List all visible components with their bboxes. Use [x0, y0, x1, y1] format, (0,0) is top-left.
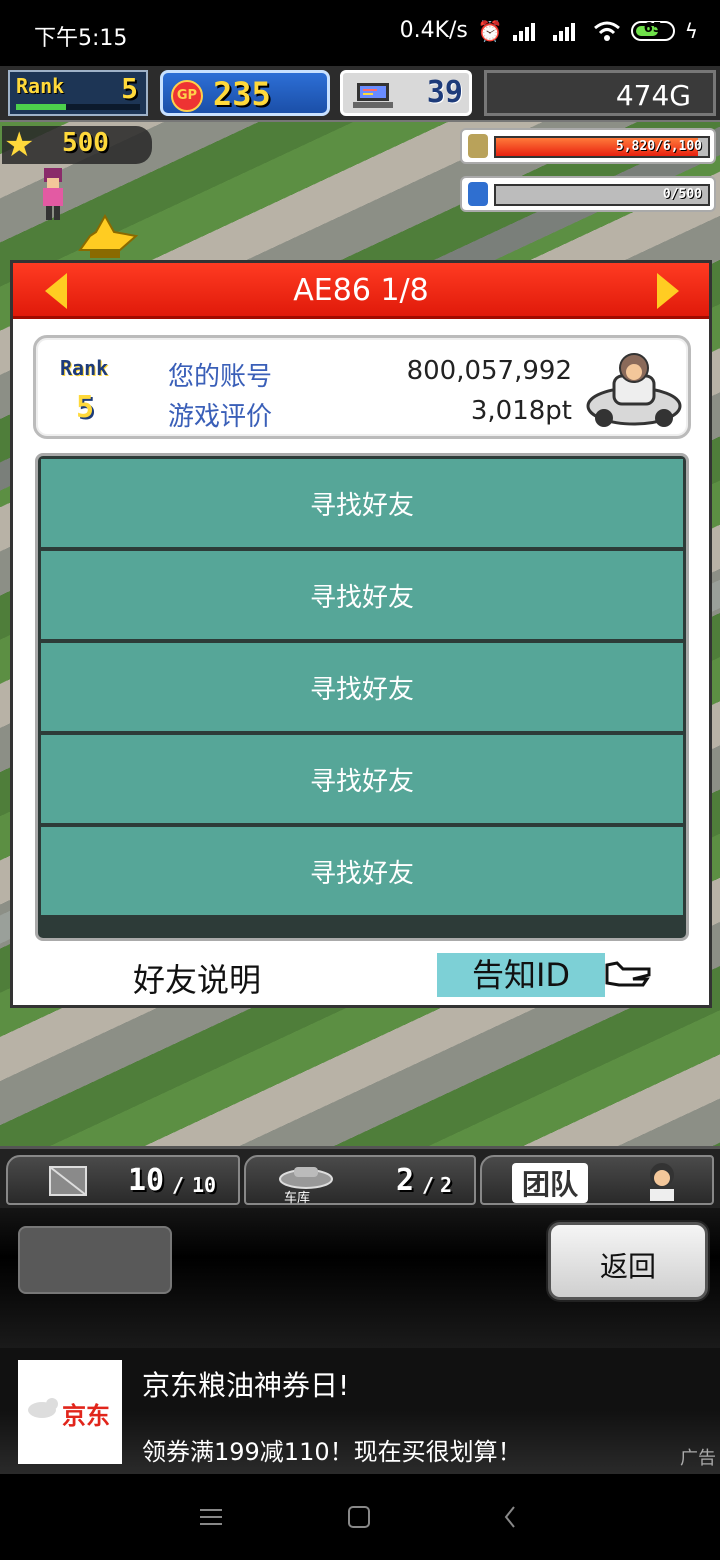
parts-slash: / [172, 1173, 185, 1197]
water-text: 0/500 [662, 187, 702, 202]
team-label: 团队 [512, 1163, 589, 1203]
battery-icon: 65 [630, 20, 675, 41]
empty-slot-button[interactable] [18, 1226, 172, 1294]
gp-box[interactable]: GP 235 [160, 70, 330, 116]
money-box: 474G [484, 70, 716, 116]
system-nav-bar [0, 1474, 720, 1560]
star-icon: ★ [4, 125, 35, 165]
fuel-bar: 5,820/6,100 [460, 128, 716, 164]
garage-slash: / [422, 1173, 435, 1197]
fuel-text: 5,820/6,100 [615, 139, 702, 154]
money-value: 474G [615, 79, 691, 112]
wifi-icon [593, 21, 620, 41]
signal-icon [512, 22, 535, 41]
water-bar: 0/500 [460, 176, 716, 212]
panel-header: AE86 1/8 [13, 263, 709, 319]
menu-area: 返回 [0, 1208, 720, 1348]
rank-value: 5 [121, 72, 138, 105]
car-avatar-icon [586, 353, 682, 427]
alarm-icon: ⏰ [477, 18, 503, 43]
next-arrow-icon[interactable] [657, 273, 679, 309]
garage-max: 2 [440, 1173, 453, 1197]
ad-logo: 京东 [18, 1360, 122, 1464]
find-friend-button[interactable]: 寻找好友 [41, 735, 683, 827]
panel-title: AE86 1/8 [293, 273, 429, 308]
find-friend-button[interactable]: 寻找好友 [41, 551, 683, 643]
account-card: Rank 5 您的账号 800,057,992 游戏评价 3,018pt [33, 335, 691, 439]
back-button-label: 返回 [599, 1250, 656, 1283]
pointing-hand-icon [605, 961, 651, 987]
account-id-label: 您的账号 [168, 362, 273, 392]
rank-box[interactable]: Rank 5 [8, 70, 148, 116]
back-button[interactable]: 返回 [548, 1222, 708, 1300]
signal-icon-2 [552, 22, 575, 41]
parts-tab[interactable]: 10 / 10 [6, 1155, 240, 1205]
garage-tab[interactable]: 车库 2 / 2 [244, 1155, 476, 1206]
account-rank-value: 5 [76, 390, 95, 425]
home-icon[interactable] [344, 1502, 374, 1532]
jd-dog-icon [28, 1398, 58, 1418]
friend-explain-button[interactable]: 好友说明 [133, 955, 261, 1001]
fuel-track: 5,820/6,100 [494, 136, 710, 158]
find-friend-button[interactable]: 寻找好友 [41, 643, 683, 735]
menu-icon[interactable] [196, 1502, 226, 1532]
ad-title: 京东粮油神券日! [142, 1369, 350, 1402]
crate-icon [49, 1166, 87, 1196]
research-value: 39 [426, 75, 463, 110]
network-speed: 0.4K/s [399, 18, 468, 43]
water-track: 0/500 [494, 184, 710, 206]
gp-coin-icon: GP [171, 80, 203, 112]
friend-list: 寻找好友 寻找好友 寻找好友 寻找好友 寻找好友 [35, 453, 689, 941]
garage-label: 车库 [284, 1191, 311, 1206]
rating-value: 3,018pt [470, 396, 572, 426]
status-time: 下午5:15 [34, 26, 128, 51]
account-id-value: 800,057,992 [406, 356, 572, 386]
gp-value: 235 [213, 75, 271, 113]
parts-count: 10 [128, 1163, 165, 1198]
friend-panel: AE86 1/8 Rank 5 您的账号 800,057,992 游戏评价 3,… [10, 260, 712, 1008]
battery-text: 65 [643, 20, 662, 36]
ad-subtitle: 领券满199减110！现在买很划算！ [142, 1438, 522, 1466]
top-hud: Rank 5 GP 235 39 474G [0, 66, 720, 122]
find-friend-button[interactable]: 寻找好友 [41, 459, 683, 551]
trophy-icon [78, 213, 139, 258]
back-nav-icon[interactable] [496, 1502, 526, 1532]
rank-progress-bar [16, 104, 140, 110]
ad-tag: 广告 [680, 1448, 716, 1469]
ad-brand: 京东 [62, 1402, 110, 1430]
status-icons: 0.4K/s ⏰ 65 ϟ [400, 18, 698, 43]
character-sprite [43, 168, 63, 220]
team-tab[interactable]: 团队 [480, 1155, 714, 1205]
ad-banner[interactable]: 京东 京东粮油神券日! 领券满199减110！现在买很划算！ 广告 [0, 1348, 720, 1474]
star-value: 500 [62, 128, 109, 158]
bottom-game-bar: 10 / 10 车库 2 / 2 团队 [0, 1146, 720, 1208]
charging-icon: ϟ [684, 18, 698, 43]
garage-count: 2 [396, 1163, 415, 1198]
rank-label: Rank [16, 74, 65, 98]
account-rank-label: Rank [60, 356, 109, 380]
find-friend-button[interactable]: 寻找好友 [41, 827, 683, 919]
team-member-icon [650, 1163, 674, 1201]
rating-label: 游戏评价 [168, 402, 273, 432]
panel-footer: 好友说明 告知ID [13, 949, 709, 1005]
computer-icon [353, 83, 393, 108]
notify-id-button[interactable]: 告知ID [437, 953, 605, 997]
research-box[interactable]: 39 [340, 70, 472, 116]
status-bar: 下午5:15 0.4K/s ⏰ 65 ϟ [0, 0, 720, 66]
parts-max: 10 [192, 1173, 217, 1197]
star-box: ★ 500 [2, 126, 152, 164]
coin-stack-icon [468, 134, 488, 158]
bottle-icon [468, 182, 488, 206]
